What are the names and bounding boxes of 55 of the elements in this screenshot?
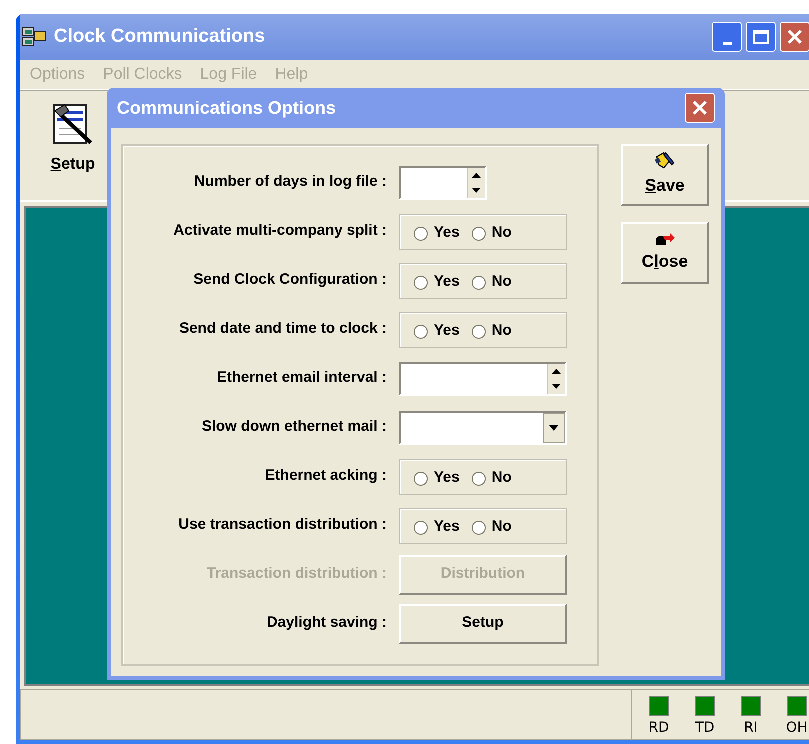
option-label: Send Clock Configuration : [192, 270, 388, 290]
option-label: Ethernet acking : [264, 466, 388, 486]
dialog-action-button[interactable]: Save [621, 144, 709, 206]
option-label: Transaction distribution : [206, 564, 388, 584]
window-title: Clock Communications [54, 24, 266, 49]
close-button[interactable] [780, 22, 809, 52]
dropdown-field[interactable] [399, 410, 567, 444]
indicator-label: RD [648, 719, 670, 738]
spin-arrows-icon[interactable] [547, 364, 565, 394]
setup-tool-button[interactable]: Setup [38, 103, 108, 177]
spin-field[interactable] [399, 166, 487, 200]
radio-button[interactable] [414, 276, 428, 290]
option-label: Use transaction distribution : [178, 515, 388, 536]
radio-label: Yes [434, 321, 460, 342]
option-label: Slow down ethernet mail : [200, 417, 388, 438]
radio-label: No [492, 517, 512, 538]
radio-label: Yes [434, 468, 460, 488]
radio-label: Yes [434, 517, 460, 538]
radio-button[interactable] [414, 226, 428, 240]
option-label: Activate multi-company split : [172, 221, 388, 242]
option-label: Send date and time to clock : [178, 319, 388, 340]
radio-label: Yes [434, 272, 460, 292]
close-button[interactable] [685, 93, 715, 123]
radio-button[interactable] [414, 520, 428, 534]
indicator-label: RI [744, 719, 758, 738]
form-hammer-icon [51, 103, 95, 147]
radio-button[interactable] [472, 472, 486, 486]
computers-icon [22, 26, 48, 48]
dialog-button[interactable]: Setup [399, 604, 567, 644]
toolbar-label: Setup [50, 155, 96, 175]
radio-button[interactable] [472, 324, 486, 338]
dialog-action-button[interactable]: Close [621, 222, 709, 284]
option-label: Daylight saving : [266, 613, 388, 634]
radio-label: No [492, 321, 512, 342]
radio-label: No [492, 468, 512, 488]
radio-label: No [492, 272, 512, 292]
door-arrow-icon [654, 231, 676, 248]
radio-label: Yes [434, 223, 460, 244]
maximize-button[interactable] [746, 22, 776, 52]
radio-button[interactable] [414, 472, 428, 486]
indicator-label: OH [786, 719, 808, 738]
close-icon [787, 29, 803, 45]
option-label: Number of days in log file : [193, 172, 388, 192]
spin-field[interactable] [399, 362, 567, 396]
indicator-label: TD [695, 719, 715, 738]
option-label: Ethernet email interval : [216, 368, 388, 388]
dialog-title: Communications Options [117, 96, 336, 120]
radio-button[interactable] [472, 226, 486, 240]
spin-arrows-icon[interactable] [467, 168, 485, 198]
radio-button[interactable] [414, 324, 428, 338]
radio-label: No [492, 223, 512, 244]
radio-button[interactable] [472, 276, 486, 290]
close-icon [692, 100, 708, 116]
minimize-button[interactable] [712, 22, 742, 52]
radio-button[interactable] [472, 520, 486, 534]
